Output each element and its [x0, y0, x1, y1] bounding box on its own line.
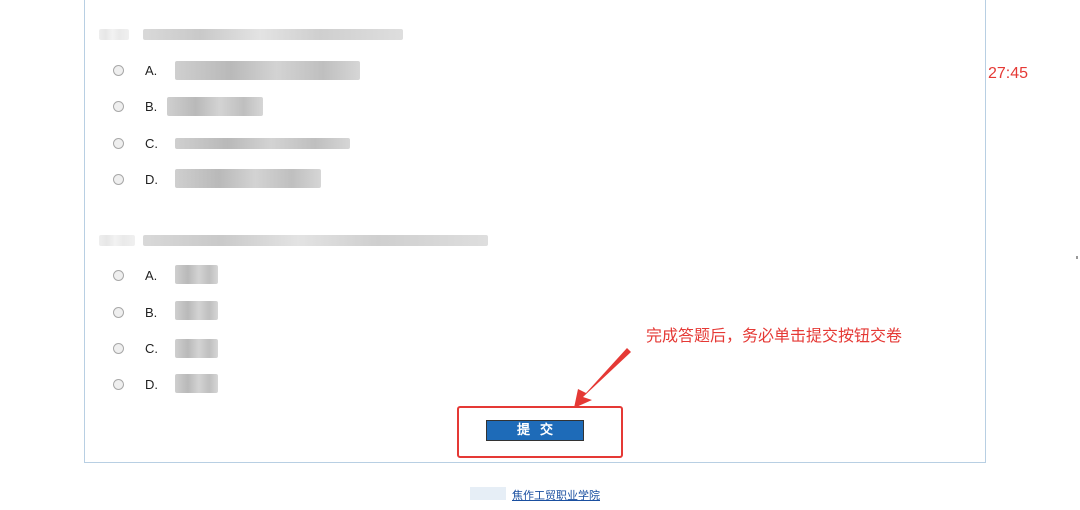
- footer-logo: [470, 487, 506, 500]
- submit-button[interactable]: 提交: [486, 420, 584, 441]
- edge-marker: [1076, 256, 1078, 259]
- footer-school-link[interactable]: 焦作工贸职业学院: [512, 487, 600, 503]
